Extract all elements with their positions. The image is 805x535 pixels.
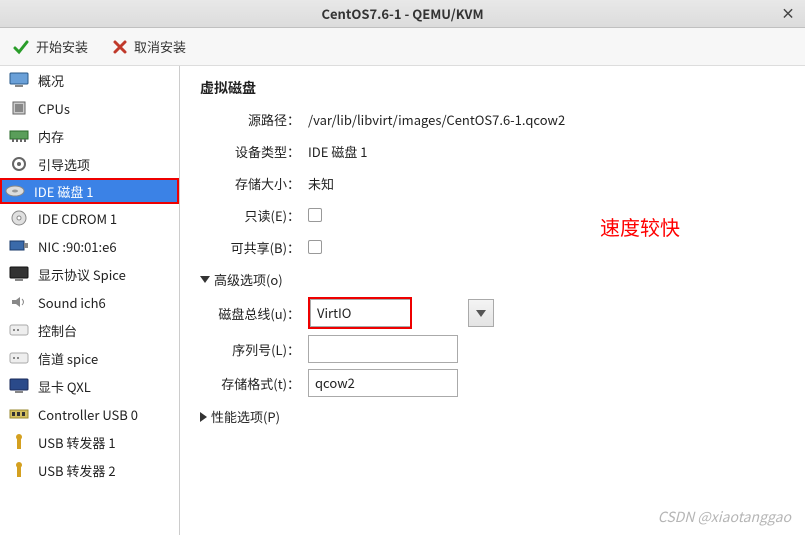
row-source-path: 源路径： /var/lib/libvirt/images/CentOS7.6-1… bbox=[200, 106, 785, 132]
advanced-options-label: 高级选项(o) bbox=[214, 270, 283, 289]
start-install-button[interactable]: 开始安装 bbox=[12, 37, 88, 56]
disk-bus-input[interactable]: VirtIO bbox=[310, 299, 410, 327]
sidebar-item-cpus[interactable]: CPUs bbox=[0, 94, 179, 122]
sidebar-item-memory[interactable]: 内存 bbox=[0, 122, 179, 150]
start-install-label: 开始安装 bbox=[36, 37, 88, 56]
storage-size-value: 未知 bbox=[308, 174, 334, 193]
usb-icon bbox=[8, 460, 30, 480]
row-disk-bus: 磁盘总线(u)： VirtIO bbox=[200, 297, 785, 329]
cancel-install-label: 取消安装 bbox=[134, 37, 186, 56]
source-path-value: /var/lib/libvirt/images/CentOS7.6-1.qcow… bbox=[308, 110, 565, 129]
main-area: 概况 CPUs 内存 引导选项 IDE 磁盘 1 IDE CDROM 1 NIC… bbox=[0, 66, 805, 535]
disk-icon bbox=[4, 181, 26, 201]
triangle-right-icon bbox=[200, 412, 207, 422]
sidebar-item-sound[interactable]: Sound ich6 bbox=[0, 288, 179, 316]
sidebar: 概况 CPUs 内存 引导选项 IDE 磁盘 1 IDE CDROM 1 NIC… bbox=[0, 66, 180, 535]
video-icon bbox=[8, 376, 30, 396]
sidebar-item-label: 显示协议 Spice bbox=[38, 265, 126, 284]
performance-options-expander[interactable]: 性能选项(P) bbox=[200, 407, 785, 426]
storage-format-input[interactable]: qcow2 bbox=[308, 369, 458, 397]
row-storage-size: 存储大小： 未知 bbox=[200, 170, 785, 196]
sidebar-item-label: NIC :90:01:e6 bbox=[38, 237, 117, 256]
chevron-down-icon bbox=[476, 310, 486, 317]
sidebar-item-label: 引导选项 bbox=[38, 155, 90, 174]
disk-bus-label: 磁盘总线(u)： bbox=[200, 304, 300, 323]
gear-icon bbox=[8, 154, 30, 174]
storage-format-label: 存储格式(t)： bbox=[200, 374, 300, 393]
disk-bus-dropdown-button[interactable] bbox=[468, 299, 494, 327]
sidebar-item-label: Controller USB 0 bbox=[38, 405, 138, 424]
sidebar-item-label: 显卡 QXL bbox=[38, 377, 91, 396]
sound-icon bbox=[8, 292, 30, 312]
row-serial: 序列号(L)： bbox=[200, 335, 785, 363]
cross-icon bbox=[112, 39, 128, 55]
window-title: CentOS7.6-1 - QEMU/KVM bbox=[321, 4, 483, 23]
annotation-text: 速度较快 bbox=[600, 212, 680, 241]
row-device-type: 设备类型： IDE 磁盘 1 bbox=[200, 138, 785, 164]
row-shareable: 可共享(B)： bbox=[200, 234, 785, 260]
performance-options-label: 性能选项(P) bbox=[211, 407, 280, 426]
readonly-checkbox[interactable] bbox=[308, 208, 322, 222]
sidebar-item-label: 内存 bbox=[38, 127, 64, 146]
watermark: CSDN @xiaotanggao bbox=[658, 507, 791, 527]
sidebar-item-video[interactable]: 显卡 QXL bbox=[0, 372, 179, 400]
sidebar-item-display[interactable]: 显示协议 Spice bbox=[0, 260, 179, 288]
serial-label: 序列号(L)： bbox=[200, 340, 300, 359]
cancel-install-button[interactable]: 取消安装 bbox=[112, 37, 186, 56]
sidebar-item-usb-redir-2[interactable]: USB 转发器 2 bbox=[0, 456, 179, 484]
sidebar-item-ide-cdrom-1[interactable]: IDE CDROM 1 bbox=[0, 204, 179, 232]
nic-icon bbox=[8, 236, 30, 256]
source-path-label: 源路径： bbox=[200, 110, 300, 129]
readonly-label: 只读(E)： bbox=[200, 206, 300, 225]
display-icon bbox=[8, 264, 30, 284]
sidebar-item-usb-redir-1[interactable]: USB 转发器 1 bbox=[0, 428, 179, 456]
detail-title: 虚拟磁盘 bbox=[200, 78, 785, 98]
row-readonly: 只读(E)： bbox=[200, 202, 785, 228]
monitor-icon bbox=[8, 70, 30, 90]
sidebar-item-label: USB 转发器 1 bbox=[38, 433, 116, 452]
memory-icon bbox=[8, 126, 30, 146]
sidebar-item-label: IDE CDROM 1 bbox=[38, 209, 117, 228]
row-storage-format: 存储格式(t)： qcow2 bbox=[200, 369, 785, 397]
sidebar-item-label: 信道 spice bbox=[38, 349, 98, 368]
detail-panel: 虚拟磁盘 源路径： /var/lib/libvirt/images/CentOS… bbox=[180, 66, 805, 535]
device-type-label: 设备类型： bbox=[200, 142, 300, 161]
sidebar-item-ide-disk-1[interactable]: IDE 磁盘 1 bbox=[0, 178, 179, 204]
sidebar-item-nic[interactable]: NIC :90:01:e6 bbox=[0, 232, 179, 260]
close-icon[interactable]: × bbox=[781, 4, 795, 24]
sidebar-item-channel[interactable]: 信道 spice bbox=[0, 344, 179, 372]
shareable-label: 可共享(B)： bbox=[200, 238, 300, 257]
cdrom-icon bbox=[8, 208, 30, 228]
sidebar-item-boot[interactable]: 引导选项 bbox=[0, 150, 179, 178]
device-type-value: IDE 磁盘 1 bbox=[308, 142, 367, 161]
toolbar: 开始安装 取消安装 bbox=[0, 28, 805, 66]
serial-input[interactable] bbox=[308, 335, 458, 363]
storage-size-label: 存储大小： bbox=[200, 174, 300, 193]
sidebar-item-console[interactable]: 控制台 bbox=[0, 316, 179, 344]
triangle-down-icon bbox=[200, 276, 210, 283]
channel-icon bbox=[8, 348, 30, 368]
window-titlebar: CentOS7.6-1 - QEMU/KVM × bbox=[0, 0, 805, 28]
sidebar-item-label: IDE 磁盘 1 bbox=[34, 182, 93, 201]
usb-icon bbox=[8, 432, 30, 452]
sidebar-item-overview[interactable]: 概况 bbox=[0, 66, 179, 94]
sidebar-item-label: 概况 bbox=[38, 71, 64, 90]
sidebar-item-label: USB 转发器 2 bbox=[38, 461, 116, 480]
shareable-checkbox[interactable] bbox=[308, 240, 322, 254]
advanced-options-expander[interactable]: 高级选项(o) bbox=[200, 270, 785, 289]
sidebar-item-label: 控制台 bbox=[38, 321, 77, 340]
console-icon bbox=[8, 320, 30, 340]
sidebar-item-controller-usb[interactable]: Controller USB 0 bbox=[0, 400, 179, 428]
sidebar-item-label: CPUs bbox=[38, 99, 70, 118]
check-icon bbox=[12, 38, 30, 56]
controller-icon bbox=[8, 404, 30, 424]
cpu-icon bbox=[8, 98, 30, 118]
sidebar-item-label: Sound ich6 bbox=[38, 293, 106, 312]
disk-bus-combo-highlight: VirtIO bbox=[308, 297, 412, 329]
